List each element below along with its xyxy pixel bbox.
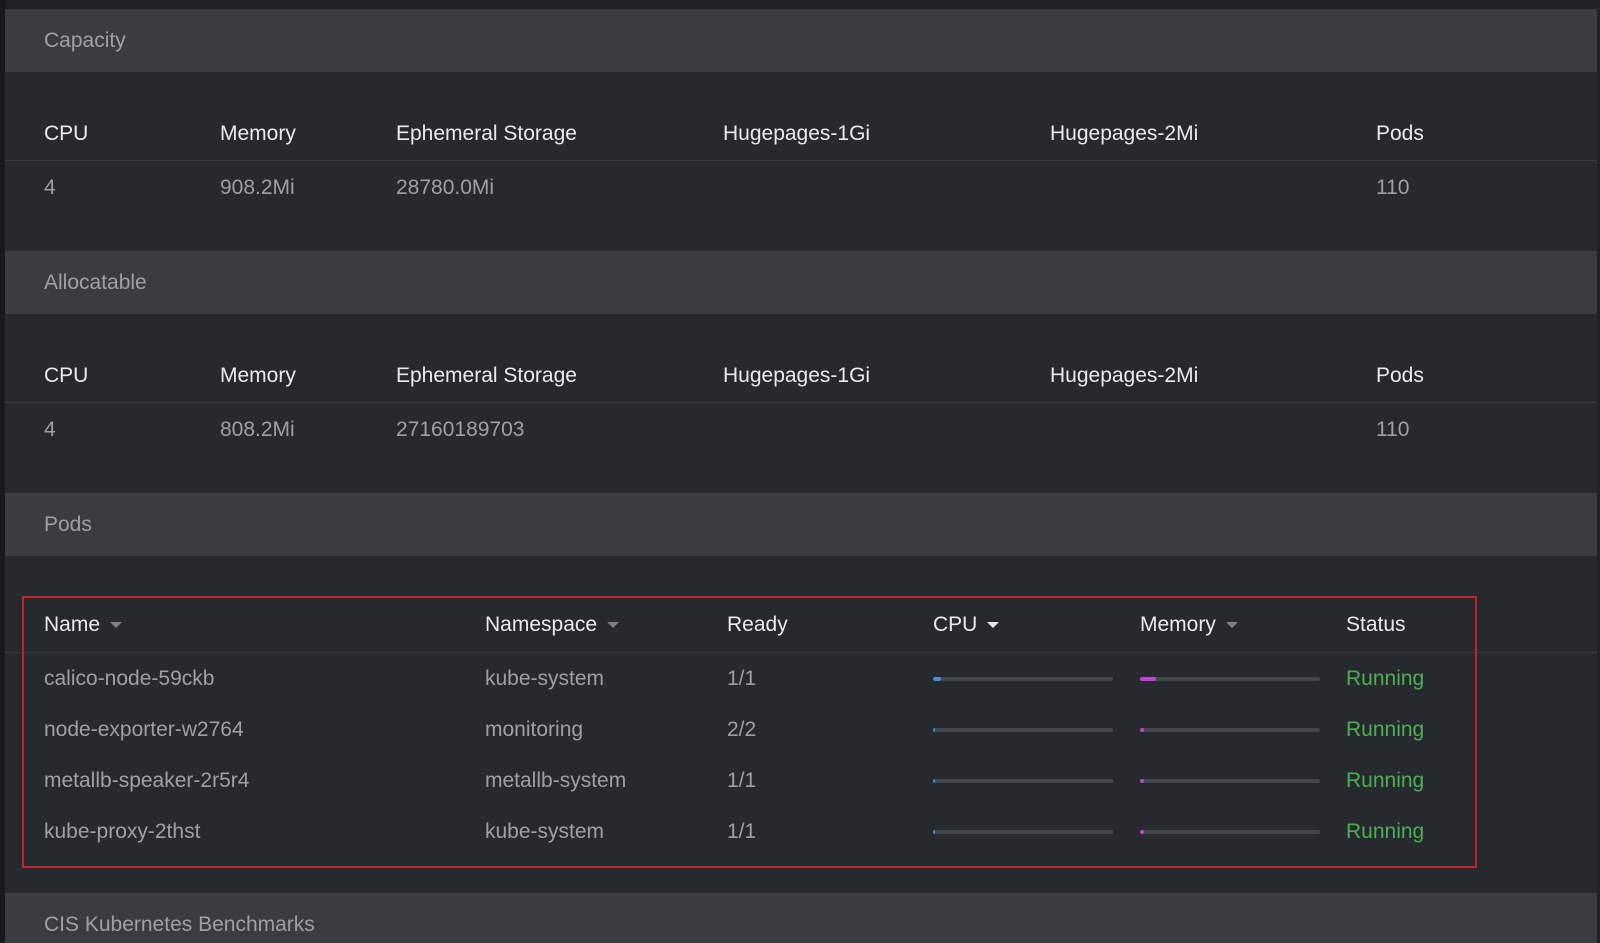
pod-namespace[interactable]: monitoring xyxy=(485,704,583,755)
pod-status: Running xyxy=(1346,768,1425,792)
pod-status: Running xyxy=(1346,717,1425,741)
cpu-usage-bar xyxy=(933,778,1113,783)
table-row[interactable]: node-exporter-w2764 monitoring 2/2 Runni… xyxy=(5,704,1597,755)
allocatable-ephemeral-storage-value: 27160189703 xyxy=(396,417,525,441)
cis-benchmarks-header[interactable]: CIS Kubernetes Benchmarks xyxy=(5,893,1597,943)
capacity-header: Capacity xyxy=(5,9,1597,72)
table-row[interactable]: calico-node-59ckb kube-system 1/1 Runnin… xyxy=(5,653,1597,704)
caret-down-icon[interactable] xyxy=(987,622,1000,628)
pods-table-header: Name Namespace Ready CPU Memory Status xyxy=(5,598,1597,653)
allocatable-title: Allocatable xyxy=(44,270,147,294)
pod-ready: 1/1 xyxy=(727,666,757,690)
pods-col-namespace[interactable]: Namespace xyxy=(485,598,620,652)
pods-col-name-label: Name xyxy=(44,613,101,636)
pods-col-ready-label: Ready xyxy=(727,613,788,636)
node-details-page: Capacity CPU Memory Ephemeral Storage Hu… xyxy=(5,9,1597,943)
pods-table: Name Namespace Ready CPU Memory Status c… xyxy=(5,598,1597,857)
allocatable-col-ephemeral-storage: Ephemeral Storage xyxy=(396,364,577,387)
pod-status: Running xyxy=(1346,666,1425,690)
pod-ready: 1/1 xyxy=(727,768,757,792)
allocatable-values-row: 4 808.2Mi 27160189703 110 xyxy=(5,403,1597,456)
pod-namespace[interactable]: metallb-system xyxy=(485,755,626,806)
allocatable-table-header: CPU Memory Ephemeral Storage Hugepages-1… xyxy=(5,350,1597,403)
pod-name[interactable]: kube-proxy-2thst xyxy=(44,806,200,857)
memory-usage-fill xyxy=(1140,778,1144,783)
pod-name[interactable]: calico-node-59ckb xyxy=(44,653,214,704)
memory-usage-fill xyxy=(1140,829,1144,834)
allocatable-cpu-value: 4 xyxy=(44,417,56,441)
allocatable-col-hugepages-1gi: Hugepages-1Gi xyxy=(723,364,871,387)
cis-benchmarks-title: CIS Kubernetes Benchmarks xyxy=(44,913,315,936)
cpu-usage-bar xyxy=(933,676,1113,681)
cpu-usage-fill xyxy=(933,727,935,732)
capacity-col-hugepages-2mi: Hugepages-2Mi xyxy=(1050,122,1199,145)
pod-namespace[interactable]: kube-system xyxy=(485,806,604,857)
capacity-col-ephemeral-storage: Ephemeral Storage xyxy=(396,122,577,145)
memory-usage-fill xyxy=(1140,676,1157,681)
capacity-col-cpu: CPU xyxy=(44,122,89,145)
allocatable-col-cpu: CPU xyxy=(44,364,89,387)
pod-ready: 2/2 xyxy=(727,717,757,741)
memory-usage-bar xyxy=(1140,727,1320,732)
cpu-usage-fill xyxy=(933,778,935,783)
capacity-pods-value: 110 xyxy=(1376,175,1410,199)
pods-col-status-label: Status xyxy=(1346,613,1406,636)
pods-col-memory[interactable]: Memory xyxy=(1140,598,1238,652)
cpu-usage-bar xyxy=(933,727,1113,732)
cpu-usage-fill xyxy=(933,676,942,681)
memory-usage-fill xyxy=(1140,727,1144,732)
capacity-col-memory: Memory xyxy=(220,122,296,145)
capacity-col-hugepages-1gi: Hugepages-1Gi xyxy=(723,122,871,145)
capacity-values-row: 4 908.2Mi 28780.0Mi 110 xyxy=(5,161,1597,214)
allocatable-header: Allocatable xyxy=(5,251,1597,314)
pods-col-status: Status xyxy=(1346,598,1406,652)
table-row[interactable]: kube-proxy-2thst kube-system 1/1 Running xyxy=(5,806,1597,857)
memory-usage-bar xyxy=(1140,778,1320,783)
pod-namespace[interactable]: kube-system xyxy=(485,653,604,704)
allocatable-memory-value: 808.2Mi xyxy=(220,417,295,441)
capacity-table-header: CPU Memory Ephemeral Storage Hugepages-1… xyxy=(5,108,1597,161)
pods-header: Pods xyxy=(5,493,1597,556)
pods-col-ready: Ready xyxy=(727,598,788,652)
pods-title: Pods xyxy=(44,512,92,536)
pods-col-name[interactable]: Name xyxy=(44,598,123,652)
capacity-title: Capacity xyxy=(44,28,126,52)
cpu-usage-bar xyxy=(933,829,1113,834)
top-edge xyxy=(0,0,1600,9)
capacity-table: CPU Memory Ephemeral Storage Hugepages-1… xyxy=(5,108,1597,214)
caret-down-icon[interactable] xyxy=(607,622,620,628)
allocatable-table: CPU Memory Ephemeral Storage Hugepages-1… xyxy=(5,350,1597,456)
capacity-col-pods: Pods xyxy=(1376,122,1424,145)
allocatable-col-pods: Pods xyxy=(1376,364,1424,387)
caret-down-icon[interactable] xyxy=(110,622,123,628)
caret-down-icon[interactable] xyxy=(1225,622,1238,628)
cpu-usage-fill xyxy=(933,829,935,834)
allocatable-col-memory: Memory xyxy=(220,364,296,387)
allocatable-col-hugepages-2mi: Hugepages-2Mi xyxy=(1050,364,1199,387)
allocatable-pods-value: 110 xyxy=(1376,417,1410,441)
pod-status: Running xyxy=(1346,819,1425,843)
memory-usage-bar xyxy=(1140,829,1320,834)
table-row[interactable]: metallb-speaker-2r5r4 metallb-system 1/1… xyxy=(5,755,1597,806)
capacity-cpu-value: 4 xyxy=(44,175,56,199)
pods-col-memory-label: Memory xyxy=(1140,613,1216,636)
pods-col-cpu-label: CPU xyxy=(933,613,978,636)
memory-usage-bar xyxy=(1140,676,1320,681)
pod-ready: 1/1 xyxy=(727,819,757,843)
pod-name[interactable]: node-exporter-w2764 xyxy=(44,704,244,755)
pods-col-cpu[interactable]: CPU xyxy=(933,598,1000,652)
capacity-memory-value: 908.2Mi xyxy=(220,175,295,199)
capacity-ephemeral-storage-value: 28780.0Mi xyxy=(396,175,495,199)
pod-name[interactable]: metallb-speaker-2r5r4 xyxy=(44,755,249,806)
pods-col-namespace-label: Namespace xyxy=(485,613,598,636)
